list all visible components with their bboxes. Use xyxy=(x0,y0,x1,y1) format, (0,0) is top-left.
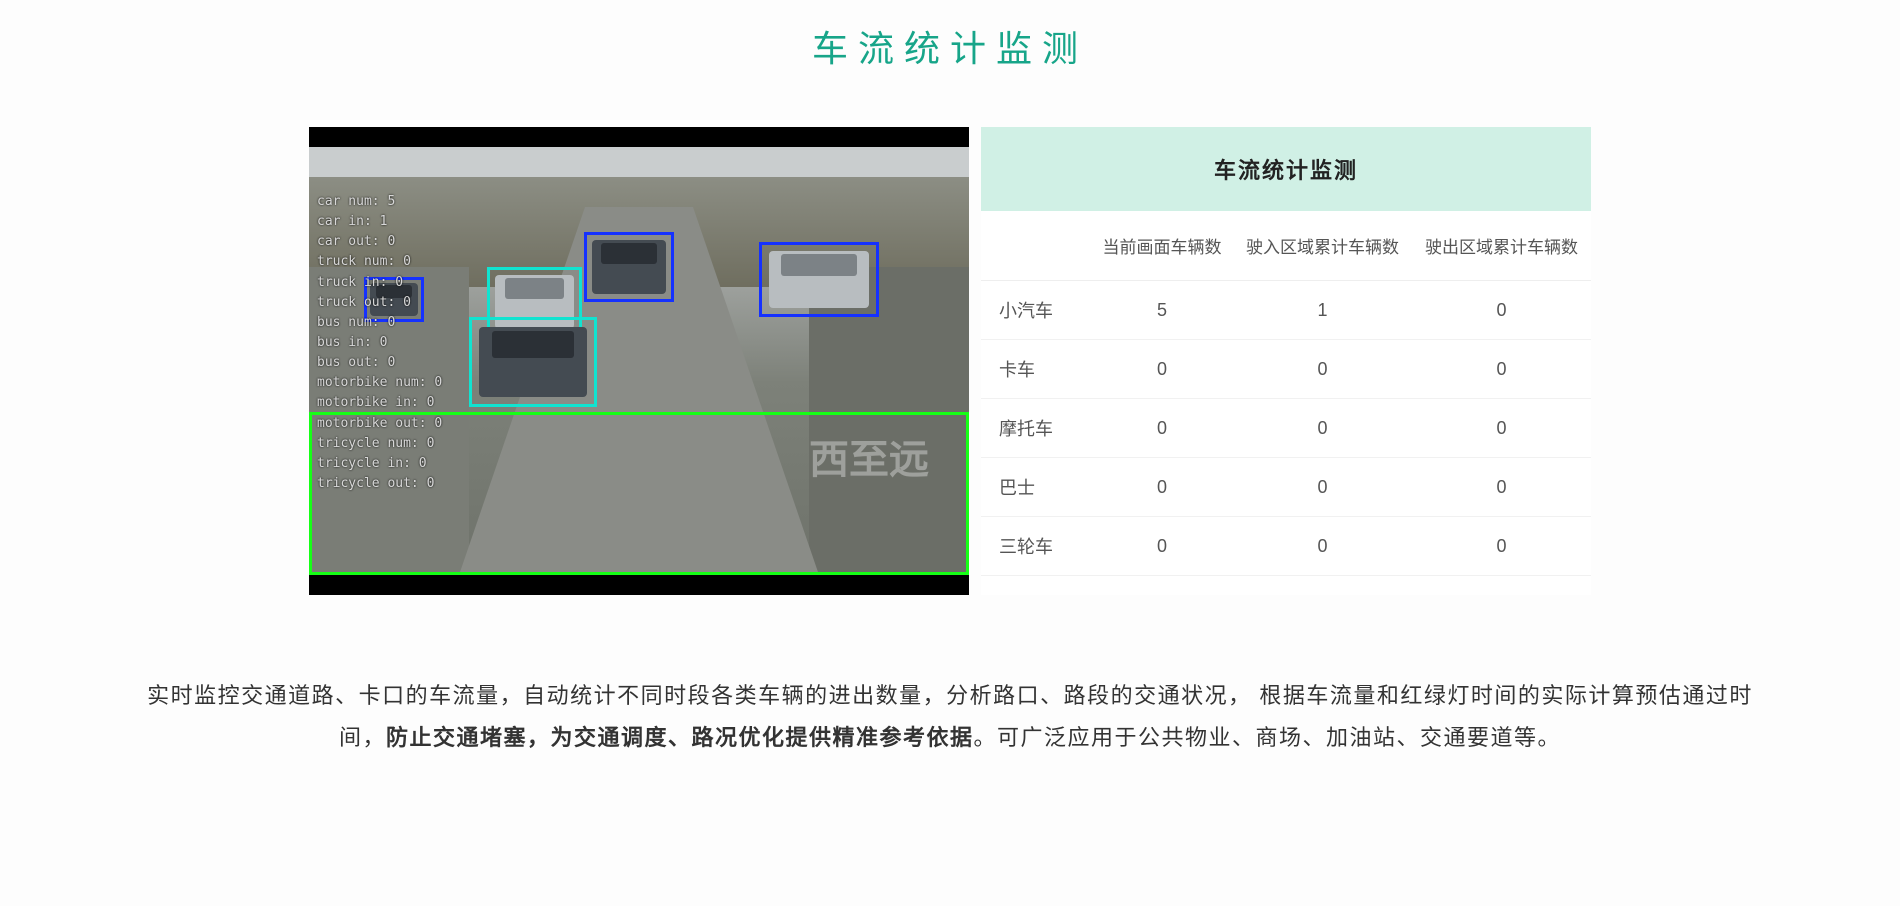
table-title: 车流统计监测 xyxy=(981,127,1591,211)
table-row: 卡车000 xyxy=(981,340,1591,399)
table-cell: 0 xyxy=(1091,458,1233,517)
table-header-blank xyxy=(981,211,1091,281)
table-row: 摩托车000 xyxy=(981,399,1591,458)
table-cell: 0 xyxy=(1091,340,1233,399)
overlay-line: motorbike num: 0 xyxy=(317,373,442,393)
desc-bold: 防止交通堵塞，为交通调度、路况优化提供精准参考依据 xyxy=(386,725,974,750)
car-icon xyxy=(769,251,869,309)
table-cell: 0 xyxy=(1233,399,1412,458)
overlay-line: motorbike out: 0 xyxy=(317,414,442,434)
overlay-line: tricycle num: 0 xyxy=(317,434,442,454)
detection-box xyxy=(759,242,879,317)
video-stats-overlay: car num: 5car in: 1car out: 0truck num: … xyxy=(317,192,442,494)
table-row: 巴士000 xyxy=(981,458,1591,517)
table-row: 三轮车000 xyxy=(981,517,1591,576)
table-header-current: 当前画面车辆数 xyxy=(1091,211,1233,281)
table-cell: 0 xyxy=(1233,517,1412,576)
video-scene: 西至远 car num: 5car in: 1car out: 0truck n… xyxy=(309,147,969,575)
table-cell: 0 xyxy=(1091,399,1233,458)
overlay-line: truck num: 0 xyxy=(317,252,442,272)
page-title: 车流统计监测 xyxy=(0,20,1900,72)
table-cell: 0 xyxy=(1233,340,1412,399)
detection-box xyxy=(469,317,597,407)
table-cell: 卡车 xyxy=(981,340,1091,399)
table-row: 小汽车510 xyxy=(981,281,1591,340)
table-cell: 0 xyxy=(1412,340,1591,399)
table-header-in: 驶入区域累计车辆数 xyxy=(1233,211,1412,281)
car-icon xyxy=(479,327,586,398)
table-cell: 5 xyxy=(1091,281,1233,340)
table-cell: 0 xyxy=(1412,458,1591,517)
table-cell: 0 xyxy=(1091,517,1233,576)
overlay-line: car num: 5 xyxy=(317,192,442,212)
overlay-line: tricycle in: 0 xyxy=(317,454,442,474)
desc-part1: 实时监控交通道路、卡口的车流量，自动统计不同时段各类车辆的进出数量，分析路口、路… xyxy=(147,683,1252,708)
table-cell: 0 xyxy=(1412,399,1591,458)
overlay-line: car in: 1 xyxy=(317,212,442,232)
table-header-row: 当前画面车辆数 驶入区域累计车辆数 驶出区域累计车辆数 xyxy=(981,211,1591,281)
overlay-line: truck in: 0 xyxy=(317,273,442,293)
overlay-line: bus num: 0 xyxy=(317,313,442,333)
detection-box xyxy=(584,232,674,302)
table-cell: 0 xyxy=(1412,281,1591,340)
scene-sky xyxy=(309,147,969,177)
overlay-line: tricycle out: 0 xyxy=(317,474,442,494)
overlay-line: bus out: 0 xyxy=(317,353,442,373)
overlay-line: bus in: 0 xyxy=(317,333,442,353)
stats-table-panel: 车流统计监测 当前画面车辆数 驶入区域累计车辆数 驶出区域累计车辆数 小汽车51… xyxy=(981,127,1591,595)
table-cell: 巴士 xyxy=(981,458,1091,517)
table-cell: 1 xyxy=(1233,281,1412,340)
overlay-line: motorbike in: 0 xyxy=(317,393,442,413)
table-cell: 三轮车 xyxy=(981,517,1091,576)
car-icon xyxy=(592,240,666,294)
overlay-line: car out: 0 xyxy=(317,232,442,252)
video-panel: 西至远 car num: 5car in: 1car out: 0truck n… xyxy=(309,127,969,595)
table-header-out: 驶出区域累计车辆数 xyxy=(1412,211,1591,281)
table-cell: 0 xyxy=(1412,517,1591,576)
overlay-line: truck out: 0 xyxy=(317,293,442,313)
description-text: 实时监控交通道路、卡口的车流量，自动统计不同时段各类车辆的进出数量，分析路口、路… xyxy=(0,675,1900,759)
desc-part3: 。可广泛应用于公共物业、商场、加油站、交通要道等。 xyxy=(974,725,1562,750)
table-cell: 0 xyxy=(1233,458,1412,517)
table-cell: 小汽车 xyxy=(981,281,1091,340)
stats-table: 当前画面车辆数 驶入区域累计车辆数 驶出区域累计车辆数 小汽车510卡车000摩… xyxy=(981,211,1591,576)
table-cell: 摩托车 xyxy=(981,399,1091,458)
